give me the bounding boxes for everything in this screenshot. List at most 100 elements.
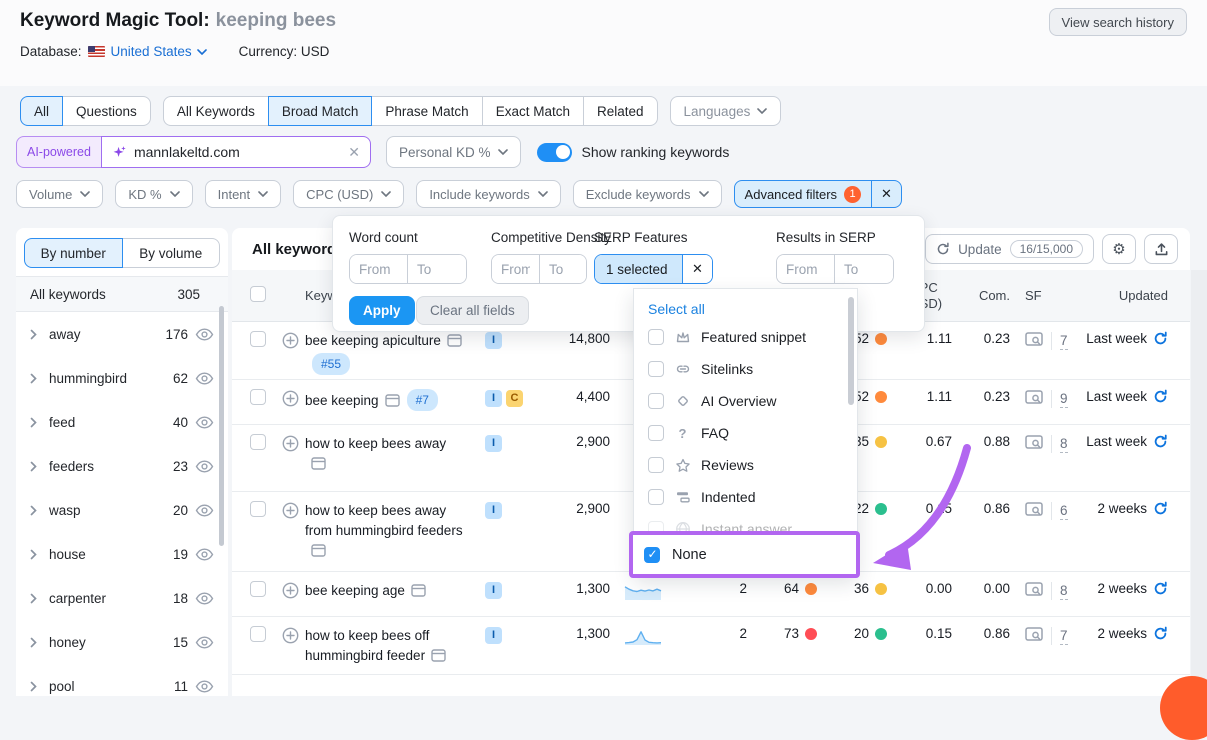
serp-option-sitelinks[interactable]: Sitelinks <box>634 353 857 385</box>
languages-dropdown[interactable]: Languages <box>670 96 782 126</box>
serp-option-faq[interactable]: ? FAQ <box>634 417 857 449</box>
eye-icon[interactable] <box>195 372 214 385</box>
add-keyword-button[interactable] <box>282 627 299 647</box>
option-checkbox[interactable] <box>648 425 664 441</box>
filter-chip-cpc-usd-[interactable]: CPC (USD) <box>293 180 404 208</box>
keyword-link[interactable]: bee keeping age <box>305 583 405 598</box>
tab-related[interactable]: Related <box>583 96 658 126</box>
row-checkbox[interactable] <box>250 389 266 405</box>
group-item-hummingbird[interactable]: hummingbird 62 <box>16 356 228 400</box>
cd-from-input[interactable] <box>492 255 540 283</box>
database-select[interactable]: United States <box>111 44 207 59</box>
update-button[interactable]: Update 16/15,000 <box>925 234 1094 264</box>
cd-to-input[interactable] <box>540 255 586 283</box>
serp-option-reviews[interactable]: Reviews <box>634 449 857 481</box>
serp-features-preview[interactable] <box>1025 435 1043 453</box>
filter-chip-exclude-keywords[interactable]: Exclude keywords <box>573 180 722 208</box>
add-keyword-button[interactable] <box>282 582 299 602</box>
tab-exact-match[interactable]: Exact Match <box>482 96 584 126</box>
refresh-metrics-button[interactable] <box>1153 331 1168 346</box>
refresh-metrics-button[interactable] <box>1153 434 1168 449</box>
personal-kd-dropdown[interactable]: Personal KD % <box>386 136 522 168</box>
sidebar-tab-by-volume[interactable]: By volume <box>122 238 221 268</box>
sidebar-scrollbar[interactable] <box>219 306 224 546</box>
group-item-feeders[interactable]: feeders 23 <box>16 444 228 488</box>
word-count-from-input[interactable] <box>350 255 408 283</box>
col-com[interactable]: Com. <box>960 288 1010 303</box>
tab-all[interactable]: All <box>20 96 63 126</box>
eye-icon[interactable] <box>195 460 214 473</box>
row-checkbox[interactable] <box>250 331 266 347</box>
option-checkbox[interactable] <box>648 361 664 377</box>
group-item-away[interactable]: away 176 <box>16 312 228 356</box>
row-checkbox[interactable] <box>250 434 266 450</box>
apply-button[interactable]: Apply <box>349 296 415 325</box>
open-serp-icon[interactable] <box>411 583 426 603</box>
page-scrollbar-track[interactable] <box>1191 270 1207 696</box>
table-settings-button[interactable]: ⚙ <box>1102 234 1136 264</box>
keyword-link[interactable]: bee keeping <box>305 393 379 408</box>
eye-icon[interactable] <box>195 548 214 561</box>
export-button[interactable] <box>1144 234 1178 264</box>
group-item-honey[interactable]: honey 15 <box>16 620 228 664</box>
refresh-metrics-button[interactable] <box>1153 581 1168 596</box>
open-serp-icon[interactable] <box>385 393 400 413</box>
row-checkbox[interactable] <box>250 501 266 517</box>
tab-broad-match[interactable]: Broad Match <box>268 96 373 126</box>
option-checkbox[interactable] <box>648 393 664 409</box>
eye-icon[interactable] <box>195 504 214 517</box>
open-serp-icon[interactable] <box>431 648 446 668</box>
group-item-feed[interactable]: feed 40 <box>16 400 228 444</box>
clear-input-icon[interactable]: ✕ <box>348 144 360 161</box>
option-checkbox[interactable] <box>648 489 664 505</box>
serp-features-preview[interactable] <box>1025 627 1043 645</box>
tab-all-keywords[interactable]: All Keywords <box>163 96 269 126</box>
show-ranking-keywords-toggle[interactable] <box>537 143 572 162</box>
serp-features-preview[interactable] <box>1025 332 1043 350</box>
filter-chip-volume[interactable]: Volume <box>16 180 103 208</box>
filter-chip-intent[interactable]: Intent <box>205 180 282 208</box>
open-serp-icon[interactable] <box>311 543 326 563</box>
refresh-metrics-button[interactable] <box>1153 389 1168 404</box>
open-serp-icon[interactable] <box>447 333 462 353</box>
group-item-pool[interactable]: pool 11 <box>16 664 228 696</box>
serp-clear-icon[interactable]: ✕ <box>682 255 712 283</box>
none-checkbox[interactable] <box>644 547 660 563</box>
all-keywords-row[interactable]: All keywords 305 <box>16 276 228 312</box>
serp-features-preview[interactable] <box>1025 502 1043 520</box>
serp-features-select[interactable]: 1 selected ✕ <box>594 254 713 284</box>
select-all-checkbox[interactable] <box>250 286 266 302</box>
tab-questions[interactable]: Questions <box>62 96 151 126</box>
add-keyword-button[interactable] <box>282 502 299 522</box>
serp-option-ai-overview[interactable]: AI Overview <box>634 385 857 417</box>
option-checkbox[interactable] <box>648 457 664 473</box>
option-checkbox[interactable] <box>648 329 664 345</box>
keyword-link[interactable]: how to keep bees away <box>305 436 446 451</box>
serp-features-preview[interactable] <box>1025 582 1043 600</box>
row-checkbox[interactable] <box>250 581 266 597</box>
group-item-carpenter[interactable]: carpenter 18 <box>16 576 228 620</box>
keyword-link[interactable]: bee keeping apiculture <box>305 333 441 348</box>
refresh-metrics-button[interactable] <box>1153 626 1168 641</box>
eye-icon[interactable] <box>195 416 214 429</box>
results-to-input[interactable] <box>835 255 893 283</box>
filter-chip-kd-[interactable]: KD % <box>115 180 192 208</box>
add-keyword-button[interactable] <box>282 332 299 352</box>
serp-option-featured-snippet[interactable]: Featured snippet <box>634 321 857 353</box>
keyword-link[interactable]: how to keep bees off hummingbird feeder <box>305 628 429 663</box>
domain-input[interactable] <box>134 144 341 160</box>
add-keyword-button[interactable] <box>282 390 299 410</box>
none-option-highlighted[interactable]: None <box>629 531 860 578</box>
refresh-metrics-button[interactable] <box>1153 501 1168 516</box>
keyword-link[interactable]: how to keep bees away from hummingbird f… <box>305 503 463 538</box>
group-item-wasp[interactable]: wasp 20 <box>16 488 228 532</box>
eye-icon[interactable] <box>195 328 214 341</box>
filter-chip-include-keywords[interactable]: Include keywords <box>416 180 560 208</box>
dropdown-scrollbar[interactable] <box>848 297 854 405</box>
select-all-link[interactable]: Select all <box>648 301 705 317</box>
eye-icon[interactable] <box>195 680 214 693</box>
row-checkbox[interactable] <box>250 626 266 642</box>
serp-features-preview[interactable] <box>1025 390 1043 408</box>
open-serp-icon[interactable] <box>311 456 326 476</box>
add-keyword-button[interactable] <box>282 435 299 455</box>
